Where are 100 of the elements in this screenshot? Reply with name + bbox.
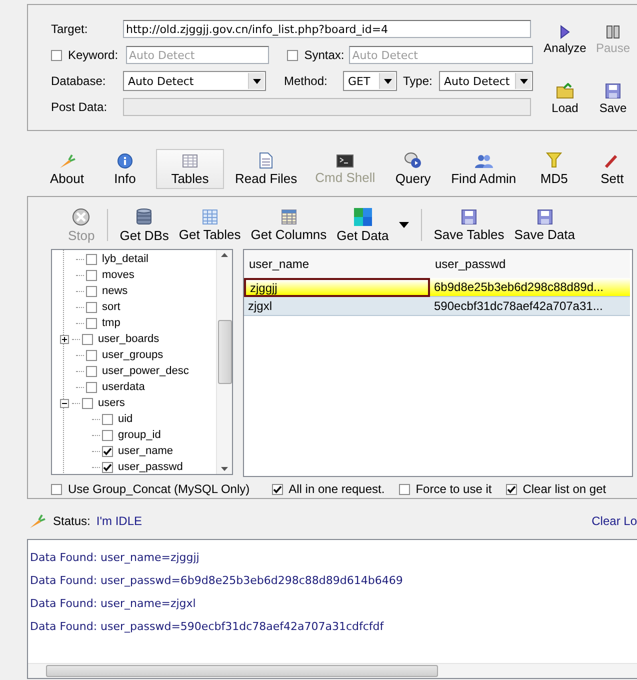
checkbox-label[interactable]: Force to use it [416,482,492,496]
toolbar-button[interactable]: Get Data [332,208,393,242]
tab[interactable]: MD5 [527,149,582,189]
grid-icon [354,208,372,226]
checkbox[interactable] [287,50,298,60]
tree-item-label[interactable]: news [102,285,128,297]
checkbox[interactable] [102,446,113,456]
checkbox[interactable] [86,270,97,280]
play-icon [560,25,570,39]
tab[interactable]: Find Admin [444,149,524,189]
checkbox-label[interactable]: Use Group_Concat (MySQL Only) [68,482,250,496]
checkbox[interactable] [102,430,113,440]
toolbar-button[interactable]: Get Columns [246,208,331,242]
stop-icon [72,208,90,226]
type-dropdown[interactable]: Auto Detect [439,71,533,91]
tree-item-label[interactable]: user_boards [98,333,160,345]
field-label: Database: [51,74,107,88]
tree-item-label[interactable]: user_power_desc [102,365,189,377]
checkbox[interactable] [506,484,517,494]
checkbox[interactable] [86,286,97,296]
save-button[interactable]: Save [593,82,633,130]
checkbox[interactable] [51,484,62,494]
table-icon [182,152,198,168]
tree-item-label[interactable]: group_id [118,429,161,441]
scrollbar[interactable] [28,663,637,678]
tab[interactable]: Sett [585,149,637,189]
tab[interactable]: Info [98,149,152,189]
columns-icon [280,208,297,224]
status-label: Status: [53,514,90,528]
checkbox[interactable] [86,366,97,376]
info-icon [117,152,133,168]
checkbox[interactable] [102,462,113,472]
log-line: Data Found: user_passwd=6b9d8e25b3eb6d298c88d89d614b6469 [30,574,404,587]
load-button[interactable]: Load [539,82,591,130]
toolbar-button[interactable]: Get DBs [116,208,173,242]
tree-item-label[interactable]: user_groups [102,349,164,361]
toolbar-button[interactable]: Get Tables [174,208,245,242]
table-grid-icon [202,208,218,224]
collapse-icon[interactable] [60,398,69,408]
toolbar-button[interactable]: Save Data [510,208,579,242]
checkbox-label[interactable]: All in one request. [288,482,385,496]
scrollbar-thumb[interactable] [46,665,438,677]
expand-icon[interactable] [60,334,69,344]
database-dropdown[interactable]: Auto Detect [123,71,266,91]
checkbox[interactable] [86,254,97,264]
field-label: Target: [51,22,89,36]
tab[interactable]: About [40,149,94,189]
log-line: Data Found: user_passwd=590ecbf31dc78aef42a707a31cdfcfdf [30,620,385,633]
tree-item-label[interactable]: moves [102,269,134,281]
tab[interactable]: Read Files [228,149,304,189]
scrollbar[interactable] [216,250,232,474]
scrollbar-thumb[interactable] [218,320,232,384]
field-label: Type: [403,74,434,88]
checkbox[interactable] [272,484,283,494]
method-dropdown[interactable]: GET [343,71,397,91]
target-url-field[interactable]: http://old.zjggjj.gov.cn/info_list.php?board_id=4 [123,20,531,38]
tree-item-label[interactable]: uid [118,413,133,425]
dropdown-arrow-icon [384,78,392,84]
tree-item-label[interactable]: tmp [102,317,120,329]
toolbar-button[interactable]: Save Tables [430,208,508,242]
dropdown-arrow-icon[interactable] [398,222,409,228]
tree-item-label[interactable]: lyb_detail [102,253,148,265]
clear-log-link[interactable]: Clear Lo [592,514,637,528]
column-header[interactable]: user_passwd [430,250,630,278]
log-line: Data Found: user_name=zjggjj [30,551,200,564]
checkbox[interactable] [51,50,62,60]
tree-item-label[interactable]: sort [102,301,120,313]
tree-item-label[interactable]: user_name [118,445,174,457]
field-label: Keyword: [68,48,120,62]
analyze-button[interactable]: Analyze [539,25,591,70]
checkbox[interactable] [86,350,97,360]
checkbox[interactable] [82,334,93,344]
checkbox[interactable] [86,382,97,392]
table-cell[interactable]: zjggjj [244,278,430,297]
syntax-field[interactable]: Auto Detect [349,46,533,64]
status-value: I'm IDLE [96,514,142,528]
table-cell[interactable]: zjgxl [244,297,430,316]
terminal-icon [336,154,354,168]
column-header[interactable]: user_name [244,250,430,278]
keyword-field[interactable]: Auto Detect [126,46,269,64]
scroll-down-arrow-icon[interactable] [221,467,228,471]
tab[interactable]: Tables [156,149,224,189]
tree-item-label[interactable]: users [98,397,125,409]
table-cell[interactable]: 590ecbf31dc78aef42a707a31... [430,297,630,316]
checkbox[interactable] [82,398,93,408]
dropdown-arrow-icon [252,78,260,84]
field-label: Post Data: [51,100,108,114]
scroll-up-arrow-icon[interactable] [221,253,228,257]
checkbox[interactable] [102,414,113,424]
post-data-field[interactable] [123,98,531,116]
tab[interactable]: Query [386,149,440,189]
checkbox[interactable] [86,318,97,328]
checkbox-label[interactable]: Clear list on get [522,482,606,496]
tree-item-label[interactable]: user_passwd [118,461,183,473]
tree-item-label[interactable]: userdata [102,381,145,393]
table-cell[interactable]: 6b9d8e25b3eb6d298c88d89d... [430,278,630,297]
checkbox[interactable] [86,302,97,312]
checkbox[interactable] [398,484,410,494]
log-line: Data Found: user_name=zjgxl [30,597,197,610]
chat-play-icon [404,152,422,169]
